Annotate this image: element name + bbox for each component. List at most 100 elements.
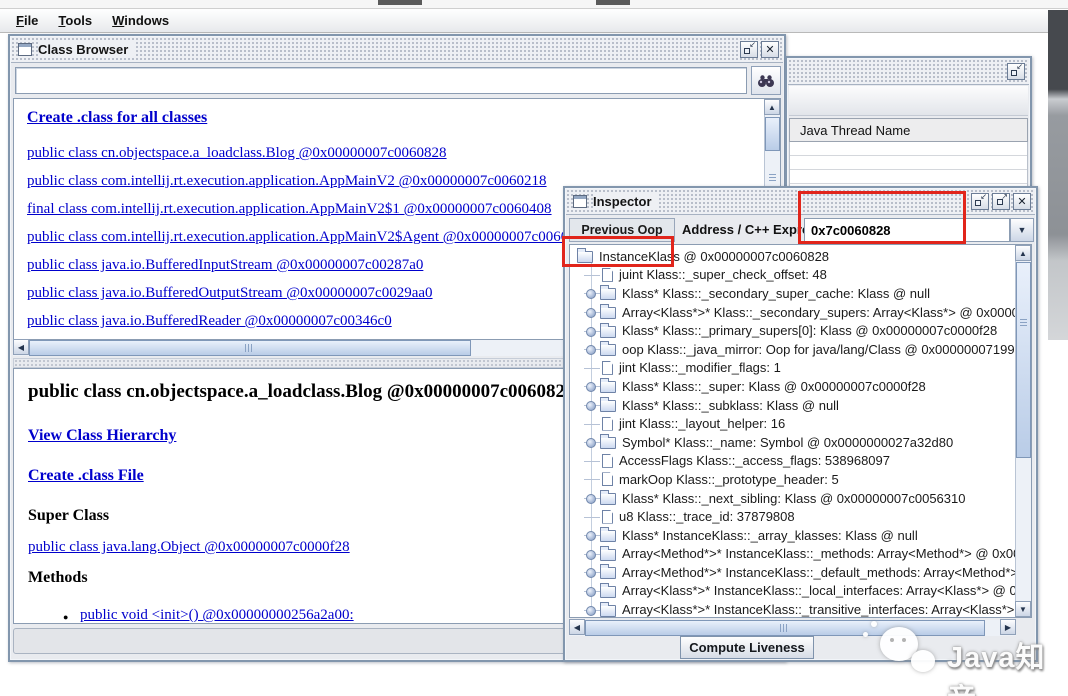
thread-table-header[interactable]: Java Thread Name [789, 118, 1028, 142]
tree-node-label: Array<Klass*>* InstanceKlass::_local_int… [622, 583, 1015, 599]
inspector-controls: Previous Oop Address / C++ Expression: ▼ [565, 216, 1036, 244]
menu-item[interactable]: File [6, 11, 48, 30]
tree-row[interactable]: Klass* Klass::_super: Klass @ 0x00000007… [570, 377, 1015, 396]
expand-handle-icon[interactable] [584, 507, 600, 526]
tree-row[interactable]: Klass* Klass::_secondary_super_cache: Kl… [570, 284, 1015, 303]
scrollbar-thumb[interactable] [585, 620, 985, 636]
class-browser-titlebar[interactable]: Class Browser ↙ ✕ [11, 37, 783, 63]
scroll-up-button[interactable]: ▲ [764, 99, 780, 115]
menu-item-label: Tools [58, 13, 93, 28]
tree-row[interactable]: AccessFlags Klass::_access_flags: 538968… [570, 452, 1015, 471]
class-detail-line[interactable]: Super Class [28, 507, 109, 525]
expand-handle-icon[interactable] [584, 452, 600, 471]
inspector-window: Inspector ↙ ↗ ✕ Previous Oop Address / C… [563, 186, 1038, 662]
class-link[interactable]: public class cn.objectspace.a_loadclass.… [27, 145, 447, 161]
tree-row[interactable]: jint Klass::_modifier_flags: 1 [570, 359, 1015, 378]
class-detail-line[interactable]: Create .class File [28, 467, 144, 485]
tree-row[interactable]: Klass* Klass::_subklass: Klass @ null [570, 396, 1015, 415]
expand-handle-icon[interactable] [584, 321, 600, 340]
search-button[interactable] [751, 66, 781, 95]
class-link[interactable]: public class com.intellij.rt.execution.a… [27, 173, 547, 189]
class-detail-line[interactable]: Methods [28, 569, 88, 587]
tree-row[interactable]: markOop Klass::_prototype_header: 5 [570, 470, 1015, 489]
tree-row[interactable]: Array<Method*>* InstanceKlass::_methods:… [570, 545, 1015, 564]
class-link[interactable]: public class com.intellij.rt.execution.a… [27, 229, 591, 245]
class-detail-line[interactable]: public class cn.objectspace.a_loadclass.… [28, 381, 575, 403]
scroll-up-icon: ▲ [768, 102, 776, 112]
class-link[interactable]: public class java.io.BufferedOutputStrea… [27, 285, 433, 301]
expand-handle-icon[interactable] [584, 433, 600, 452]
address-expression-input[interactable] [804, 218, 1010, 242]
search-row [13, 66, 781, 96]
expand-handle-icon[interactable] [584, 396, 600, 415]
tree-row[interactable]: Array<Klass*>* Klass::_secondary_supers:… [570, 303, 1015, 322]
expand-handle-icon[interactable] [584, 340, 600, 359]
expand-handle-icon[interactable] [584, 284, 600, 303]
window-icon [573, 195, 587, 208]
expand-handle-icon[interactable] [584, 414, 600, 433]
class-search-input[interactable] [15, 67, 747, 94]
class-link[interactable]: Create .class for all classes [27, 109, 207, 126]
scrollbar-thumb[interactable] [29, 340, 471, 356]
thread-table-row[interactable] [790, 142, 1027, 156]
expand-handle-icon[interactable] [584, 377, 600, 396]
minimize-button[interactable]: ↙ [740, 41, 758, 58]
tree-row[interactable]: Klass* Klass::_next_sibling: Klass @ 0x0… [570, 489, 1015, 508]
inspector-titlebar[interactable]: Inspector ↙ ↗ ✕ [566, 189, 1035, 215]
class-link[interactable]: public class java.io.BufferedReader @0x0… [27, 313, 392, 329]
scrollbar-thumb[interactable] [765, 117, 780, 183]
minimize-button[interactable]: ↙ [1007, 63, 1025, 80]
tree-horizontal-scrollbar[interactable]: ◀ ▶ [569, 619, 1016, 636]
compute-liveness-button[interactable]: Compute Liveness [680, 636, 814, 659]
maximize-button[interactable]: ↗ [992, 193, 1010, 210]
tree-row[interactable]: InstanceKlass @ 0x00000007c0060828 [570, 247, 1015, 266]
tree-row[interactable]: juint Klass::_super_check_offset: 48 [570, 266, 1015, 285]
expand-handle-icon[interactable] [584, 470, 600, 489]
expand-handle-icon[interactable] [584, 545, 600, 564]
minimize-button[interactable]: ↙ [971, 193, 989, 210]
tree-row[interactable]: Array<Klass*>* InstanceKlass::_transitiv… [570, 600, 1015, 617]
expand-handle-icon[interactable] [584, 526, 600, 545]
previous-oop-button[interactable]: Previous Oop [569, 218, 675, 242]
tree-row[interactable]: Array<Method*>* InstanceKlass::_default_… [570, 563, 1015, 582]
scroll-left-button[interactable]: ◀ [13, 339, 29, 355]
expand-handle-icon[interactable] [584, 563, 600, 582]
address-dropdown-button[interactable]: ▼ [1010, 218, 1034, 242]
expand-handle-icon[interactable] [584, 266, 600, 285]
tree-row[interactable]: oop Klass::_java_mirror: Oop for java/la… [570, 340, 1015, 359]
tree-vertical-scrollbar[interactable]: ▲ ▼ [1015, 245, 1031, 617]
close-button[interactable]: ✕ [1013, 193, 1031, 210]
menu-item[interactable]: Windows [102, 11, 179, 30]
thread-table-row[interactable] [790, 156, 1027, 170]
expand-handle-icon[interactable] [584, 489, 600, 508]
scroll-left-button[interactable]: ◀ [569, 619, 585, 635]
class-detail-line[interactable]: View Class Hierarchy [28, 427, 176, 445]
tree-node-label: jint Klass::_layout_helper: 16 [619, 416, 786, 432]
class-link-row: public class cn.objectspace.a_loadclass.… [27, 144, 763, 163]
expand-handle-icon[interactable] [584, 582, 600, 601]
expand-handle-icon[interactable] [584, 359, 600, 378]
menu-item[interactable]: Tools [48, 11, 102, 30]
tree-row[interactable]: Klass* InstanceKlass::_array_klasses: Kl… [570, 526, 1015, 545]
scroll-down-button[interactable]: ▼ [1015, 601, 1031, 617]
tree-node-label: Klass* Klass::_primary_supers[0]: Klass … [622, 323, 998, 339]
class-link[interactable]: public class java.io.BufferedInputStream… [27, 257, 423, 273]
tree-row[interactable]: Symbol* Klass::_name: Symbol @ 0x0000000… [570, 433, 1015, 452]
tree-node-icon [600, 582, 616, 598]
class-link[interactable]: final class com.intellij.rt.execution.ap… [27, 201, 552, 217]
class-detail-line[interactable]: public void <init>() @0x00000000256a2a00… [63, 607, 354, 623]
close-button[interactable]: ✕ [761, 41, 779, 58]
java-threads-titlebar[interactable]: ↙ [788, 59, 1029, 85]
class-detail-line[interactable]: public class java.lang.Object @0x0000000… [28, 539, 350, 556]
tree-row[interactable]: u8 Klass::_trace_id: 37879808 [570, 507, 1015, 526]
thread-table-row[interactable] [790, 170, 1027, 184]
expand-handle-icon[interactable] [584, 600, 600, 617]
scroll-right-button[interactable]: ▶ [1000, 619, 1016, 635]
tree-node-icon [600, 601, 616, 617]
scroll-up-button[interactable]: ▲ [1015, 245, 1031, 261]
scrollbar-thumb[interactable] [1016, 262, 1031, 458]
tree-row[interactable]: Array<Klass*>* InstanceKlass::_local_int… [570, 582, 1015, 601]
tree-row[interactable]: Klass* Klass::_primary_supers[0]: Klass … [570, 321, 1015, 340]
expand-handle-icon[interactable] [584, 303, 600, 322]
tree-row[interactable]: jint Klass::_layout_helper: 16 [570, 414, 1015, 433]
